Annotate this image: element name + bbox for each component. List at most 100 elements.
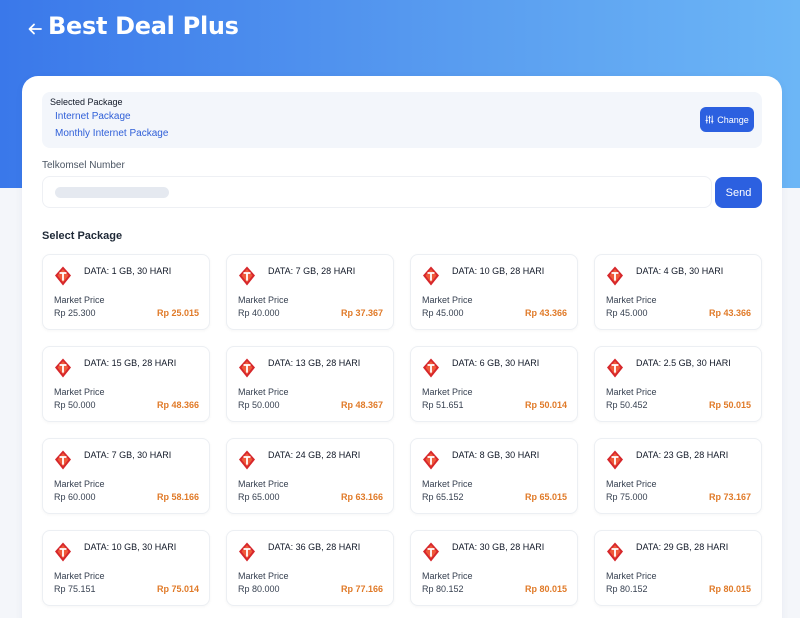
sliders-icon [705,115,714,124]
market-price-value: Rp 45.000 [422,308,464,318]
deal-price: Rp 50.014 [524,400,567,410]
package-card[interactable]: DATA: 2.5 GB, 30 HARI Market Price Rp 50.4… [594,346,762,422]
telkomsel-logo-icon [423,266,439,286]
market-price-label: Market Price [238,295,289,305]
package-name: DATA: 2.5 GB, 30 HARI [636,358,731,368]
deal-price: Rp 63.166 [340,492,383,502]
telkomsel-logo-icon [55,542,71,562]
market-price-value: Rp 50.000 [238,400,280,410]
market-price-value: Rp 45.000 [606,308,648,318]
deal-price: Rp 43.366 [524,308,567,318]
telkomsel-logo-icon [423,450,439,470]
package-name: DATA: 1 GB, 30 HARI [84,266,172,276]
package-card[interactable]: DATA: 1 GB, 30 HARI Market Price Rp 25.300… [42,254,210,330]
market-price-label: Market Price [422,479,473,489]
change-button[interactable]: Change [700,107,754,132]
package-grid: DATA: 1 GB, 30 HARI Market Price Rp 25.300… [42,254,762,606]
package-card[interactable]: DATA: 8 GB, 30 HARI Market Price Rp 65.152… [410,438,578,514]
package-card[interactable]: DATA: 4 GB, 30 HARI Market Price Rp 45.000… [594,254,762,330]
selected-package-title: Selected Package [50,97,123,107]
package-card[interactable]: DATA: 7 GB, 30 HARI Market Price Rp 60.000… [42,438,210,514]
deal-price: Rp 25.015 [156,308,199,318]
package-card[interactable]: DATA: 15 GB, 28 HARI Market Price Rp 50.00… [42,346,210,422]
market-price-value: Rp 65.000 [238,492,280,502]
package-card[interactable]: DATA: 36 GB, 28 HARI Market Price Rp 80.00… [226,530,394,606]
back-arrow-icon[interactable] [26,20,44,38]
market-price-value: Rp 80.000 [238,584,280,594]
change-button-label: Change [717,114,749,125]
package-card[interactable]: DATA: 13 GB, 28 HARI Market Price Rp 50.00… [226,346,394,422]
package-name: DATA: 6 GB, 30 HARI [452,358,540,368]
package-name: DATA: 7 GB, 30 HARI [84,450,172,460]
deal-price: Rp 58.166 [156,492,199,502]
package-name: DATA: 7 GB, 28 HARI [268,266,356,276]
market-price-label: Market Price [606,571,657,581]
market-price-value: Rp 80.152 [606,584,648,594]
package-name: DATA: 8 GB, 30 HARI [452,450,540,460]
deal-price: Rp 80.015 [708,584,751,594]
selected-package-box: Selected Package Internet Package Monthl… [42,92,762,148]
telkomsel-logo-icon [607,358,623,378]
send-button[interactable]: Send [715,177,762,208]
telkomsel-logo-icon [239,450,255,470]
telkomsel-logo-icon [55,358,71,378]
market-price-label: Market Price [54,295,105,305]
deal-price: Rp 43.366 [708,308,751,318]
deal-price: Rp 73.167 [708,492,751,502]
telkomsel-number-label: Telkomsel Number [42,160,125,171]
market-price-value: Rp 75.000 [606,492,648,502]
market-price-value: Rp 25.300 [54,308,96,318]
market-price-value: Rp 51.651 [422,400,464,410]
deal-price: Rp 80.015 [524,584,567,594]
package-name: DATA: 29 GB, 28 HARI [636,542,729,552]
package-name: DATA: 24 GB, 28 HARI [268,450,361,460]
market-price-value: Rp 75.151 [54,584,96,594]
deal-price: Rp 37.367 [340,308,383,318]
package-name: DATA: 13 GB, 28 HARI [268,358,361,368]
market-price-label: Market Price [238,571,289,581]
package-name: DATA: 36 GB, 28 HARI [268,542,361,552]
market-price-label: Market Price [54,571,105,581]
telkomsel-logo-icon [423,542,439,562]
telkomsel-number-input[interactable] [42,176,712,208]
market-price-label: Market Price [422,571,473,581]
package-card[interactable]: DATA: 30 GB, 28 HARI Market Price Rp 80.15… [410,530,578,606]
market-price-label: Market Price [54,479,105,489]
package-name: DATA: 4 GB, 30 HARI [636,266,724,276]
package-card[interactable]: DATA: 29 GB, 28 HARI Market Price Rp 80.15… [594,530,762,606]
telkomsel-logo-icon [239,266,255,286]
deal-price: Rp 50.015 [708,400,751,410]
telkomsel-logo-icon [607,542,623,562]
deal-price: Rp 77.166 [340,584,383,594]
telkomsel-logo-icon [239,358,255,378]
package-name: DATA: 10 GB, 28 HARI [452,266,545,276]
deal-price: Rp 48.367 [340,400,383,410]
market-price-label: Market Price [238,387,289,397]
market-price-label: Market Price [54,387,105,397]
market-price-value: Rp 50.452 [606,400,648,410]
package-name: DATA: 10 GB, 30 HARI [84,542,177,552]
market-price-label: Market Price [422,295,473,305]
main-card: Selected Package Internet Package Monthl… [22,76,782,618]
telkomsel-logo-icon [239,542,255,562]
masked-number-value [55,187,169,198]
market-price-label: Market Price [422,387,473,397]
market-price-value: Rp 65.152 [422,492,464,502]
market-price-label: Market Price [606,479,657,489]
deal-price: Rp 65.015 [524,492,567,502]
package-card[interactable]: DATA: 23 GB, 28 HARI Market Price Rp 75.00… [594,438,762,514]
telkomsel-logo-icon [607,266,623,286]
package-card[interactable]: DATA: 24 GB, 28 HARI Market Price Rp 65.00… [226,438,394,514]
select-package-heading: Select Package [42,230,123,242]
market-price-label: Market Price [606,295,657,305]
market-price-value: Rp 40.000 [238,308,280,318]
deal-price: Rp 48.366 [156,400,199,410]
package-card[interactable]: DATA: 10 GB, 28 HARI Market Price Rp 45.00… [410,254,578,330]
package-card[interactable]: DATA: 10 GB, 30 HARI Market Price Rp 75.15… [42,530,210,606]
package-card[interactable]: DATA: 6 GB, 30 HARI Market Price Rp 51.651… [410,346,578,422]
package-card[interactable]: DATA: 7 GB, 28 HARI Market Price Rp 40.000… [226,254,394,330]
market-price-value: Rp 50.000 [54,400,96,410]
market-price-label: Market Price [238,479,289,489]
telkomsel-logo-icon [423,358,439,378]
telkomsel-logo-icon [55,450,71,470]
